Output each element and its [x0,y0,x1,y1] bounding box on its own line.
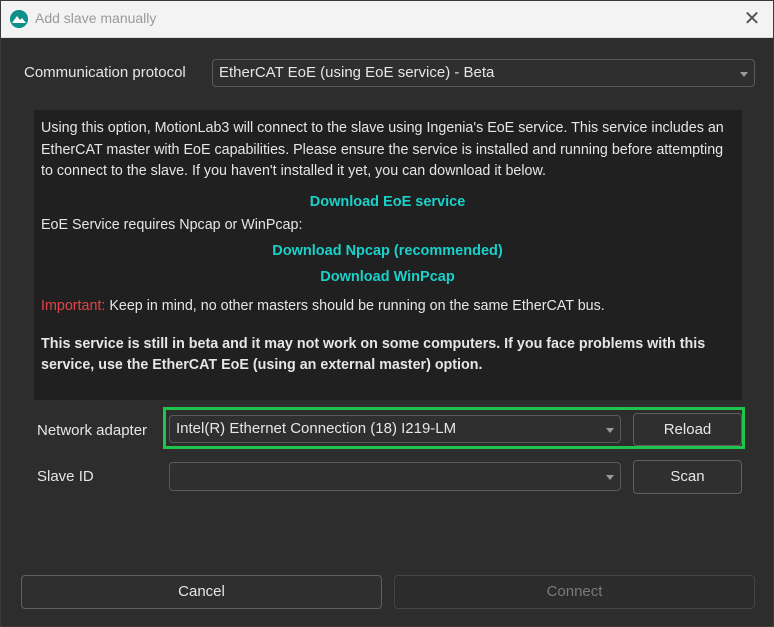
network-adapter-selected-value: Intel(R) Ethernet Connection (18) I219-L… [176,420,457,437]
protocol-selected-value: EtherCAT EoE (using EoE service) - Beta [219,64,495,81]
title-bar: Add slave manually ✕ [1,1,773,38]
network-adapter-select[interactable]: Intel(R) Ethernet Connection (18) I219-L… [169,415,621,443]
chevron-down-icon [606,475,614,480]
app-icon [10,10,28,28]
window-title: Add slave manually [35,10,157,26]
info-panel: Using this option, MotionLab3 will conne… [34,110,742,400]
protocol-select[interactable]: EtherCAT EoE (using EoE service) - Beta [212,59,755,87]
info-paragraph: Using this option, MotionLab3 will conne… [41,120,724,179]
download-eoe-link[interactable]: Download EoE service [41,189,734,215]
network-adapter-label: Network adapter [37,422,148,439]
slave-id-select[interactable] [169,462,621,491]
chevron-down-icon [740,72,748,77]
important-label: Important: [41,298,106,314]
dialog-window: Add slave manually ✕ Communication proto… [0,0,774,627]
slave-id-label: Slave ID [37,468,94,485]
chevron-down-icon [606,428,614,433]
download-winpcap-link[interactable]: Download WinPcap [41,264,734,290]
protocol-label: Communication protocol [24,64,186,81]
reload-button[interactable]: Reload [633,413,742,446]
close-icon[interactable]: ✕ [741,8,763,30]
download-npcap-link[interactable]: Download Npcap (recommended) [41,238,734,264]
scan-button[interactable]: Scan [633,460,742,494]
important-note: Important: Keep in mind, no other master… [41,296,734,318]
connect-button[interactable]: Connect [394,575,755,609]
important-text: Keep in mind, no other masters should be… [105,298,605,314]
cancel-button[interactable]: Cancel [21,575,382,609]
beta-warning: This service is still in beta and it may… [41,335,706,373]
npcap-requirement-text: EoE Service requires Npcap or WinPcap: [41,216,303,233]
